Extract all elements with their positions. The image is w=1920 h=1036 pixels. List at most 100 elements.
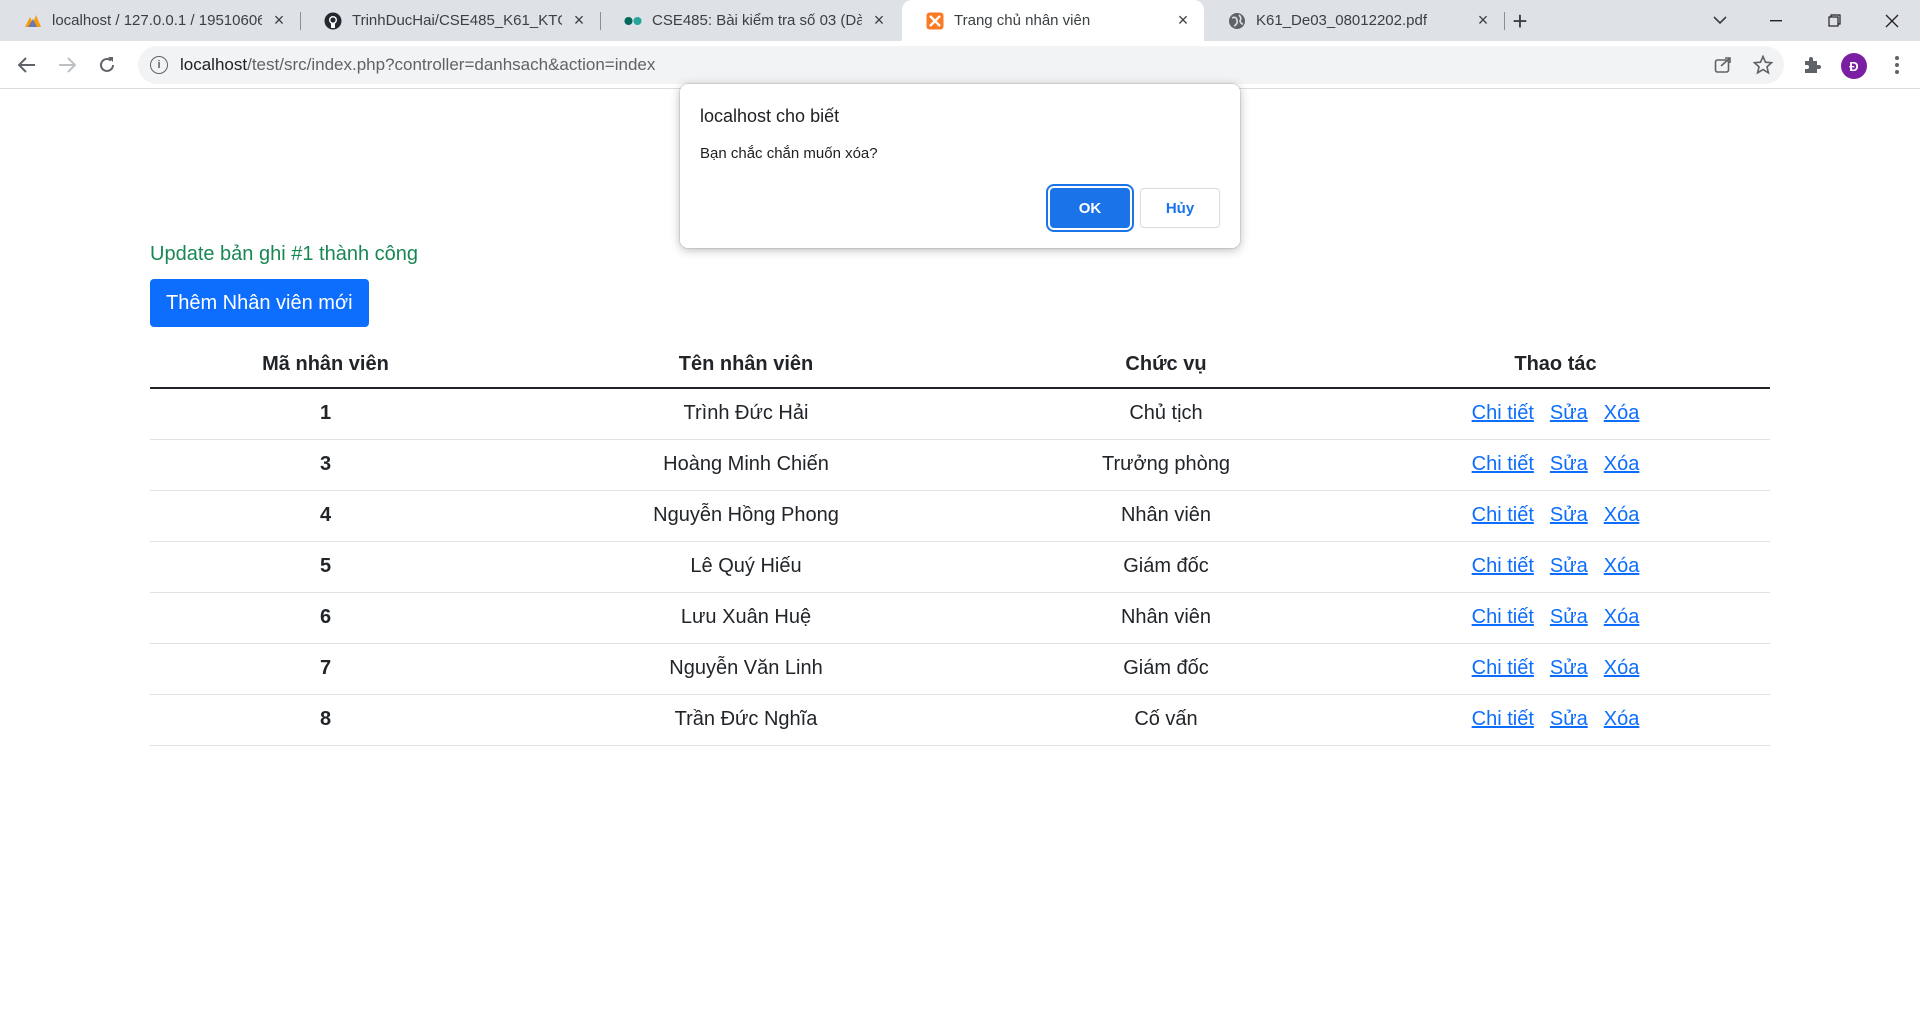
table-row: 3 Hoàng Minh Chiến Trưởng phòng Chi tiết Sửa… (150, 439, 1770, 491)
close-icon[interactable]: × (270, 10, 288, 30)
tab-title: Trang chủ nhân viên (954, 12, 1091, 29)
employee-id-cell: 3 (150, 439, 501, 491)
close-icon[interactable]: × (1174, 10, 1192, 30)
employee-name-cell: Trình Đức Hải (501, 388, 991, 440)
share-icon[interactable] (1711, 53, 1735, 77)
table-body: 1 Trình Đức Hải Chủ tịch Chi tiết Sửa Xóa 3 Hoà… (150, 388, 1770, 746)
actions-cell: Chi tiết Sửa Xóa (1341, 592, 1770, 644)
actions-cell: Chi tiết Sửa Xóa (1341, 694, 1770, 746)
delete-link[interactable]: Xóa (1604, 402, 1640, 424)
tab-pdf[interactable]: K61_De03_08012202.pdf × (1204, 0, 1504, 41)
new-tab-icon[interactable]: + (1507, 6, 1533, 36)
tab-title: localhost / 127.0.0.1 / 195106068 (52, 12, 262, 29)
actions-cell: Chi tiết Sửa Xóa (1341, 643, 1770, 695)
delete-link[interactable]: Xóa (1604, 708, 1640, 730)
delete-link[interactable]: Xóa (1604, 555, 1640, 577)
minimize-icon[interactable] (1748, 0, 1804, 41)
employee-position-cell: Nhân viên (991, 592, 1341, 644)
table-header-row: Mã nhân viên Tên nhân viên Chức vụ Thao … (150, 341, 1770, 389)
tab-classroom[interactable]: CSE485: Bài kiểm tra số 03 (Dành × (600, 0, 900, 41)
employee-name-cell: Nguyễn Hồng Phong (501, 490, 991, 542)
close-window-icon[interactable] (1864, 0, 1920, 41)
employee-id-cell: 7 (150, 643, 501, 695)
actions-cell: Chi tiết Sửa Xóa (1341, 388, 1770, 440)
edit-link[interactable]: Sửa (1550, 453, 1588, 475)
detail-link[interactable]: Chi tiết (1472, 657, 1534, 679)
employee-id-cell: 4 (150, 490, 501, 542)
add-employee-button[interactable]: Thêm Nhân viên mới (150, 279, 369, 327)
edit-link[interactable]: Sửa (1550, 708, 1588, 730)
browser-toolbar: i localhost/test/src/index.php?controlle… (0, 41, 1920, 89)
detail-link[interactable]: Chi tiết (1472, 555, 1534, 577)
column-header-position: Chức vụ (991, 341, 1341, 389)
employee-position-cell: Chủ tịch (991, 388, 1341, 440)
site-info-icon[interactable]: i (150, 56, 168, 74)
edit-link[interactable]: Sửa (1550, 606, 1588, 628)
tab-search-icon[interactable] (1692, 0, 1748, 41)
ok-button[interactable]: OK (1050, 188, 1130, 228)
url-text: localhost/test/src/index.php?controller=… (180, 55, 655, 75)
edit-link[interactable]: Sửa (1550, 555, 1588, 577)
detail-link[interactable]: Chi tiết (1472, 504, 1534, 526)
table-row: 6 Lưu Xuân Huệ Nhân viên Chi tiết Sửa Xóa (150, 592, 1770, 644)
back-icon[interactable] (12, 50, 42, 80)
table-row: 7 Nguyễn Văn Linh Giám đốc Chi tiết Sửa Xóa (150, 643, 1770, 695)
tab-strip: localhost / 127.0.0.1 / 195106068 × Trin… (0, 0, 1920, 41)
detail-link[interactable]: Chi tiết (1472, 708, 1534, 730)
address-bar[interactable]: i localhost/test/src/index.php?controlle… (138, 46, 1784, 84)
tab-github[interactable]: TrinhDucHai/CSE485_K61_KTGK_1 × (300, 0, 600, 41)
tab-title: TrinhDucHai/CSE485_K61_KTGK_1 (352, 12, 562, 29)
table-row: 8 Trần Đức Nghĩa Cố vấn Chi tiết Sửa Xóa (150, 694, 1770, 746)
actions-cell: Chi tiết Sửa Xóa (1341, 439, 1770, 491)
table-row: 4 Nguyễn Hồng Phong Nhân viên Chi tiết Sửa Xó… (150, 490, 1770, 542)
tab-title: K61_De03_08012202.pdf (1256, 12, 1427, 29)
globe-icon (1228, 12, 1246, 30)
employee-position-cell: Giám đốc (991, 541, 1341, 593)
employee-name-cell: Trần Đức Nghĩa (501, 694, 991, 746)
profile-avatar[interactable]: Đ (1841, 53, 1867, 79)
reload-icon[interactable] (92, 50, 122, 80)
employee-id-cell: 5 (150, 541, 501, 593)
actions-cell: Chi tiết Sửa Xóa (1341, 490, 1770, 542)
cancel-button[interactable]: Hủy (1140, 188, 1220, 228)
employee-position-cell: Cố vấn (991, 694, 1341, 746)
delete-link[interactable]: Xóa (1604, 657, 1640, 679)
employee-name-cell: Nguyễn Văn Linh (501, 643, 991, 695)
tab-phpmyadmin[interactable]: localhost / 127.0.0.1 / 195106068 × (0, 0, 300, 41)
delete-link[interactable]: Xóa (1604, 453, 1640, 475)
detail-link[interactable]: Chi tiết (1472, 606, 1534, 628)
detail-link[interactable]: Chi tiết (1472, 402, 1534, 424)
table-row: 1 Trình Đức Hải Chủ tịch Chi tiết Sửa Xóa (150, 388, 1770, 440)
dialog-message: Bạn chắc chắn muốn xóa? (700, 145, 878, 162)
employee-id-cell: 1 (150, 388, 501, 440)
close-icon[interactable]: × (870, 10, 888, 30)
extensions-icon[interactable] (1800, 53, 1824, 77)
close-icon[interactable]: × (1474, 10, 1492, 30)
edit-link[interactable]: Sửa (1550, 504, 1588, 526)
delete-link[interactable]: Xóa (1604, 504, 1640, 526)
employee-table: Mã nhân viên Tên nhân viên Chức vụ Thao … (150, 341, 1770, 746)
phpmyadmin-icon (24, 12, 42, 30)
employee-name-cell: Lưu Xuân Huệ (501, 592, 991, 644)
edit-link[interactable]: Sửa (1550, 657, 1588, 679)
forward-icon[interactable] (52, 50, 82, 80)
delete-link[interactable]: Xóa (1604, 606, 1640, 628)
menu-icon[interactable] (1885, 53, 1909, 77)
detail-link[interactable]: Chi tiết (1472, 453, 1534, 475)
employee-position-cell: Nhân viên (991, 490, 1341, 542)
github-icon (324, 12, 342, 30)
bookmark-star-icon[interactable] (1751, 53, 1775, 77)
close-icon[interactable]: × (570, 10, 588, 30)
edit-link[interactable]: Sửa (1550, 402, 1588, 424)
tab-trang-chu-nhan-vien[interactable]: Trang chủ nhân viên × (902, 0, 1204, 41)
tab-separator (1504, 12, 1505, 30)
employee-position-cell: Trưởng phòng (991, 439, 1341, 491)
tab-title: CSE485: Bài kiểm tra số 03 (Dành (652, 12, 862, 29)
actions-cell: Chi tiết Sửa Xóa (1341, 541, 1770, 593)
confirm-dialog: localhost cho biết Bạn chắc chắn muốn xó… (680, 84, 1240, 248)
table-row: 5 Lê Quý Hiếu Giám đốc Chi tiết Sửa Xóa (150, 541, 1770, 593)
employee-id-cell: 6 (150, 592, 501, 644)
url-path: /test/src/index.php?controller=danhsach&… (247, 55, 656, 74)
employee-id-cell: 8 (150, 694, 501, 746)
restore-icon[interactable] (1806, 0, 1862, 41)
